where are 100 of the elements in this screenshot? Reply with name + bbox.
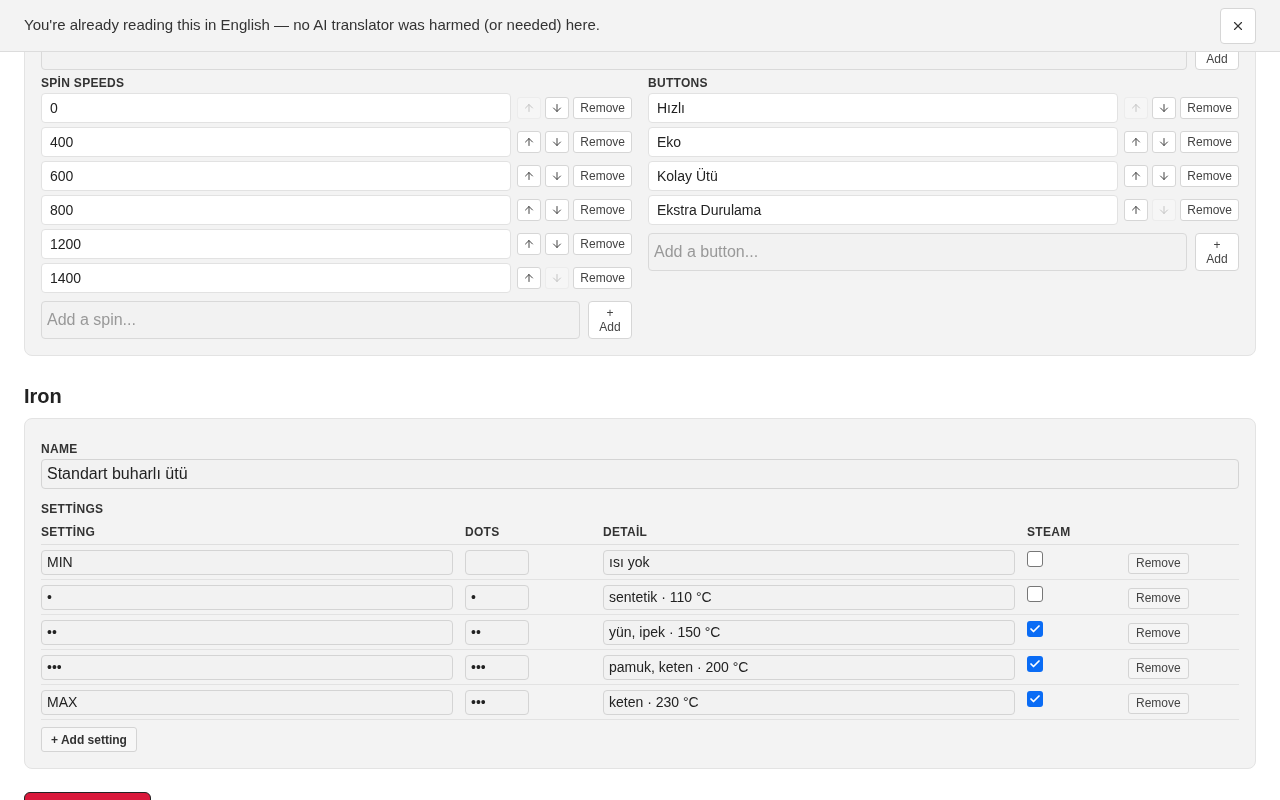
arrow-up-icon [523,136,536,148]
add-field[interactable]: Add a button... [648,233,1187,271]
list-item-field[interactable]: 1400 [41,263,512,293]
arrow-up-icon [523,272,536,284]
setting-field[interactable]: •• [41,619,453,645]
arrow-down-icon [551,272,564,284]
move-down-button[interactable] [545,131,570,153]
add-button[interactable]: + Add [588,301,632,339]
setting-field[interactable]: MIN [41,549,453,575]
arrow-up-icon [1130,102,1143,114]
arrow-up-icon [1130,170,1143,182]
section-label: SETTİNGS [41,501,105,517]
column-header: SETTİNG [41,525,97,539]
list-item-field[interactable]: Eko [648,127,1119,157]
check-icon [1029,658,1041,670]
steam-checkbox[interactable] [1027,586,1043,602]
steam-checkbox[interactable] [1027,656,1043,672]
detail-field[interactable]: yün, ipek · 150 °C [603,619,1015,645]
arrow-down-icon [1158,102,1171,114]
arrow-up-icon [523,102,536,114]
list-item-field[interactable]: Kolay Ütü [648,161,1119,191]
arrow-down-icon [551,102,564,114]
list-item-field[interactable]: Ekstra Durulama [648,195,1119,225]
steam-checkbox[interactable] [1027,621,1043,637]
detail-field[interactable]: ısı yok [603,549,1015,575]
move-up-button[interactable] [517,267,542,289]
move-up-button[interactable] [517,131,542,153]
field-label: NAME [41,441,79,457]
remove-button[interactable]: Remove [1180,199,1239,221]
dots-field[interactable]: ••• [465,654,529,680]
arrow-up-icon [523,170,536,182]
arrow-down-icon [551,170,564,182]
steam-checkbox[interactable] [1027,691,1043,707]
detail-field[interactable]: keten · 230 °C [603,689,1015,715]
setting-field[interactable]: ••• [41,654,453,680]
list-item-field[interactable]: Hızlı [648,93,1119,123]
arrow-up-icon [523,238,536,250]
move-up-button[interactable] [1124,199,1149,221]
name-field[interactable]: Standart buharlı ütü [41,459,1239,489]
move-up-button[interactable] [1124,131,1149,153]
arrow-up-icon [1130,204,1143,216]
dots-field[interactable]: • [465,584,529,610]
add-setting-button[interactable]: + Add setting [41,727,137,752]
detail-field[interactable]: sentetik · 110 °C [603,584,1015,610]
move-down-button[interactable] [1152,131,1177,153]
list-item-field[interactable]: 800 [41,195,512,225]
remove-button[interactable]: Remove [573,165,632,187]
add-button[interactable]: + Add [1195,233,1239,271]
move-up-button[interactable] [1124,165,1149,187]
move-up-button[interactable] [517,199,542,221]
move-down-button[interactable] [545,97,570,119]
column-header: DETAİL [603,525,649,539]
arrow-down-icon [1158,136,1171,148]
remove-button[interactable]: Remove [1180,165,1239,187]
section-heading: Iron [24,384,63,409]
arrow-down-icon [1158,204,1171,216]
remove-button[interactable]: Remove [1180,131,1239,153]
dots-field[interactable]: •• [465,619,529,645]
move-down-button[interactable] [545,233,570,255]
dots-field[interactable]: ••• [465,689,529,715]
move-down-button[interactable] [1152,97,1177,119]
column-header: STEAM [1027,525,1072,539]
notice-text: You're already reading this in English — no AI translator was harmed (or needed) here. [24,15,600,36]
column-header: DOTS [465,525,501,539]
close-button[interactable] [1220,7,1256,44]
check-icon [1029,693,1041,705]
remove-button[interactable]: Remove [573,267,632,289]
steam-checkbox[interactable] [1027,551,1043,567]
remove-button[interactable]: Remove [1128,622,1189,644]
remove-button[interactable]: Remove [1128,587,1189,609]
move-down-button[interactable] [545,199,570,221]
move-down-button[interactable] [545,165,570,187]
dots-field[interactable] [465,549,529,575]
move-up-button[interactable] [517,233,542,255]
arrow-down-icon [551,136,564,148]
remove-button[interactable]: Remove [1128,692,1189,714]
remove-button[interactable]: Remove [573,97,632,119]
check-icon [1029,623,1041,635]
remove-button[interactable]: Remove [1180,97,1239,119]
section-label: BUTTONS [648,75,709,91]
arrow-down-icon [551,238,564,250]
setting-field[interactable]: • [41,584,453,610]
list-item-field[interactable]: 400 [41,127,512,157]
move-down-button[interactable] [1152,165,1177,187]
list-item-field[interactable]: 1200 [41,229,512,259]
setting-field[interactable]: MAX [41,689,453,715]
section-label: SPİN SPEEDS [41,75,126,91]
list-item-field[interactable]: 600 [41,161,512,191]
list-item-field[interactable]: 0 [41,93,512,123]
remove-button[interactable]: Remove [573,131,632,153]
remove-button[interactable]: Remove [1128,657,1189,679]
arrow-up-icon [1130,136,1143,148]
remove-button[interactable]: Remove [573,199,632,221]
remove-button[interactable]: Remove [573,233,632,255]
add-field[interactable]: Add a spin... [41,301,580,339]
arrow-up-icon [523,204,536,216]
remove-button[interactable]: Remove [1128,552,1189,574]
detail-field[interactable]: pamuk, keten · 200 °C [603,654,1015,680]
move-up-button[interactable] [517,165,542,187]
arrow-down-icon [1158,170,1171,182]
